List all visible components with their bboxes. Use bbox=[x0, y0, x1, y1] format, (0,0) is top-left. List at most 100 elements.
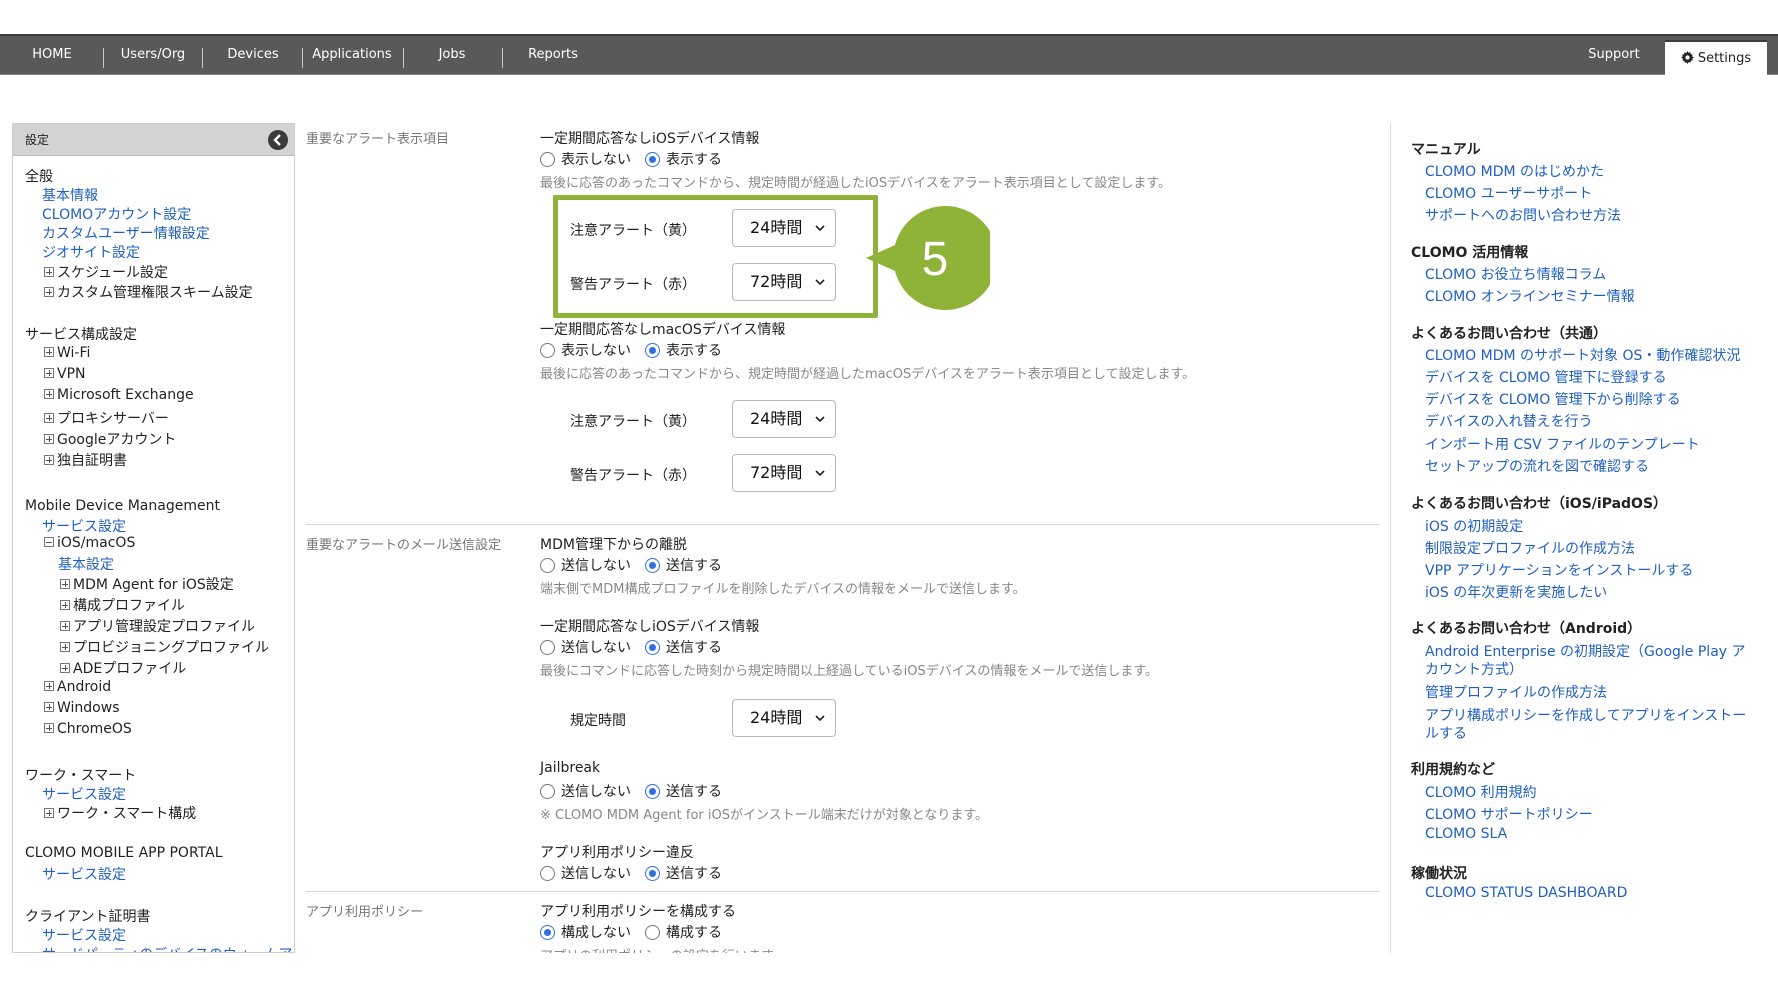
help-link[interactable]: CLOMO MDM のサポート対象 OS・動作確認状況 bbox=[1425, 345, 1740, 365]
help-heading: よくあるお問い合わせ（共通） bbox=[1411, 326, 1607, 342]
section-label-app-policy: アプリ利用ポリシー bbox=[306, 905, 424, 920]
sidebar-tree-item[interactable]: ChromeOS bbox=[44, 721, 132, 737]
help-link[interactable]: iOS の初期設定 bbox=[1425, 516, 1523, 536]
sidebar-tree-item[interactable]: VPN bbox=[44, 366, 86, 382]
radio-config-on[interactable] bbox=[645, 924, 660, 940]
radio-show-off[interactable] bbox=[540, 342, 555, 358]
jailbreak-radio-group: 送信しない 送信する bbox=[540, 781, 736, 801]
gear-icon bbox=[1680, 51, 1694, 64]
ios-period-select[interactable]: 24時間 bbox=[732, 699, 836, 737]
sidebar-tree-item[interactable]: MDM Agent for iOS設定 bbox=[60, 574, 234, 594]
sidebar-tree-item[interactable]: プロビジョニングプロファイル bbox=[60, 637, 269, 657]
nav-devices[interactable]: Devices bbox=[212, 36, 294, 74]
sidebar-tree-item[interactable]: 独自証明書 bbox=[44, 450, 127, 470]
help-link[interactable]: CLOMO MDM のはじめかた bbox=[1425, 161, 1604, 181]
mac-display-radio-group: 表示しない 表示する bbox=[540, 340, 736, 360]
sidebar-link[interactable]: サービス設定 bbox=[42, 784, 126, 804]
sidebar-tree-item[interactable]: プロキシサーバー bbox=[44, 408, 169, 428]
collapse-sidebar-button[interactable] bbox=[268, 130, 288, 150]
sidebar-link[interactable]: サードパーティのデバイスのウォームアップ bbox=[42, 944, 294, 952]
sidebar-title: 設定 bbox=[25, 133, 50, 147]
sidebar-link[interactable]: サービス設定 bbox=[42, 925, 126, 945]
radio-show-off[interactable] bbox=[540, 151, 555, 167]
sidebar-tree-item[interactable]: Android bbox=[44, 679, 111, 695]
nav-jobs[interactable]: Jobs bbox=[412, 36, 492, 74]
sidebar-tree-item[interactable]: Googleアカウント bbox=[44, 429, 176, 449]
expand-icon bbox=[44, 723, 54, 733]
help-heading: 利用規約など bbox=[1411, 762, 1495, 778]
sidebar-group-client-cert: クライアント証明書 bbox=[25, 909, 151, 925]
sidebar-tree-item-ios-macos[interactable]: iOS/macOS bbox=[44, 535, 135, 551]
sidebar-tree-item[interactable]: Windows bbox=[44, 700, 120, 716]
sidebar-group-general: 全般 bbox=[25, 169, 53, 185]
sidebar-tree-item[interactable]: Microsoft Exchange bbox=[44, 387, 194, 403]
radio-send-on[interactable] bbox=[645, 865, 660, 881]
radio-send-on[interactable] bbox=[645, 639, 660, 655]
radio-send-on[interactable] bbox=[645, 557, 660, 573]
help-link[interactable]: ルする bbox=[1425, 723, 1467, 743]
help-link[interactable]: デバイスを CLOMO 管理下に登録する bbox=[1425, 367, 1667, 387]
radio-send-off[interactable] bbox=[540, 639, 555, 655]
help-link[interactable]: アプリ構成ポリシーを作成してアプリをインストー bbox=[1425, 705, 1746, 725]
expand-icon bbox=[60, 642, 70, 652]
help-link[interactable]: CLOMO STATUS DASHBOARD bbox=[1425, 885, 1627, 901]
sidebar-tree-item[interactable]: ワーク・スマート構成 bbox=[44, 803, 196, 823]
expand-icon bbox=[60, 663, 70, 673]
nav-support[interactable]: Support bbox=[1574, 36, 1654, 74]
sidebar-link[interactable]: カスタムユーザー情報設定 bbox=[42, 223, 210, 243]
help-link[interactable]: CLOMO SLA bbox=[1425, 826, 1507, 842]
help-heading: よくあるお問い合わせ（Android） bbox=[1411, 621, 1642, 637]
field-description: アプリの利用ポリシーの設定を行います。 bbox=[540, 945, 786, 953]
radio-send-off[interactable] bbox=[540, 865, 555, 881]
sidebar-tree-item[interactable]: ADEプロファイル bbox=[60, 658, 186, 678]
radio-send-on[interactable] bbox=[645, 783, 660, 799]
sidebar-tree-item[interactable]: アプリ管理設定プロファイル bbox=[60, 616, 255, 636]
sidebar-link[interactable]: 基本設定 bbox=[58, 554, 114, 574]
radio-send-off[interactable] bbox=[540, 783, 555, 799]
expand-icon bbox=[44, 455, 54, 465]
sidebar-group-app-portal: CLOMO MOBILE APP PORTAL bbox=[25, 845, 223, 861]
help-link[interactable]: CLOMO サポートポリシー bbox=[1425, 804, 1593, 824]
help-link[interactable]: カウント方式） bbox=[1425, 659, 1523, 679]
sidebar-link[interactable]: サービス設定 bbox=[42, 516, 126, 536]
nav-users-org[interactable]: Users/Org bbox=[112, 36, 194, 74]
help-link[interactable]: CLOMO お役立ち情報コラム bbox=[1425, 264, 1606, 284]
radio-send-off[interactable] bbox=[540, 557, 555, 573]
sidebar-tree-item[interactable]: Wi-Fi bbox=[44, 345, 90, 361]
sidebar-tree-item[interactable]: カスタム管理権限スキーム設定 bbox=[44, 282, 253, 302]
expand-icon bbox=[60, 621, 70, 631]
help-link[interactable]: CLOMO 利用規約 bbox=[1425, 782, 1537, 802]
help-link[interactable]: VPP アプリケーションをインストールする bbox=[1425, 560, 1693, 580]
help-link[interactable]: サポートへのお問い合わせ方法 bbox=[1425, 205, 1621, 225]
radio-show-on[interactable] bbox=[645, 151, 660, 167]
sidebar-link[interactable]: ジオサイト設定 bbox=[42, 242, 140, 262]
help-link[interactable]: 管理プロファイルの作成方法 bbox=[1425, 682, 1607, 702]
help-link[interactable]: セットアップの流れを図で確認する bbox=[1425, 456, 1649, 476]
sidebar-tree-item[interactable]: 構成プロファイル bbox=[60, 595, 185, 615]
radio-config-off[interactable] bbox=[540, 924, 555, 940]
help-link[interactable]: Android Enterprise の初期設定（Google Play ア bbox=[1425, 641, 1746, 661]
nav-applications[interactable]: Applications bbox=[308, 36, 396, 74]
help-link[interactable]: iOS の年次更新を実施したい bbox=[1425, 582, 1607, 602]
radio-show-on[interactable] bbox=[645, 342, 660, 358]
nav-settings-tab[interactable]: Settings bbox=[1665, 40, 1767, 77]
ios-mail-radio-group: 送信しない 送信する bbox=[540, 637, 736, 657]
help-link[interactable]: 制限設定プロファイルの作成方法 bbox=[1425, 538, 1635, 558]
nav-reports[interactable]: Reports bbox=[512, 36, 594, 74]
help-link[interactable]: デバイスの入れ替えを行う bbox=[1425, 411, 1593, 431]
mac-caution-select[interactable]: 24時間 bbox=[732, 400, 836, 438]
nav-home[interactable]: HOME bbox=[20, 36, 84, 74]
mac-warning-select[interactable]: 72時間 bbox=[732, 454, 836, 492]
help-link[interactable]: CLOMO ユーザーサポート bbox=[1425, 183, 1592, 203]
sidebar-group-service-config: サービス構成設定 bbox=[25, 327, 137, 343]
sidebar-link[interactable]: CLOMOアカウント設定 bbox=[42, 204, 191, 224]
expand-icon bbox=[60, 579, 70, 589]
help-link[interactable]: デバイスを CLOMO 管理下から削除する bbox=[1425, 389, 1681, 409]
help-link[interactable]: インポート用 CSV ファイルのテンプレート bbox=[1425, 434, 1700, 454]
help-heading: CLOMO 活用情報 bbox=[1411, 245, 1529, 261]
chevron-down-icon bbox=[815, 715, 825, 722]
help-link[interactable]: CLOMO オンラインセミナー情報 bbox=[1425, 286, 1635, 306]
sidebar-link[interactable]: サービス設定 bbox=[42, 864, 126, 884]
sidebar-link[interactable]: 基本情報 bbox=[42, 185, 98, 205]
sidebar-tree-item[interactable]: スケジュール設定 bbox=[44, 262, 168, 282]
